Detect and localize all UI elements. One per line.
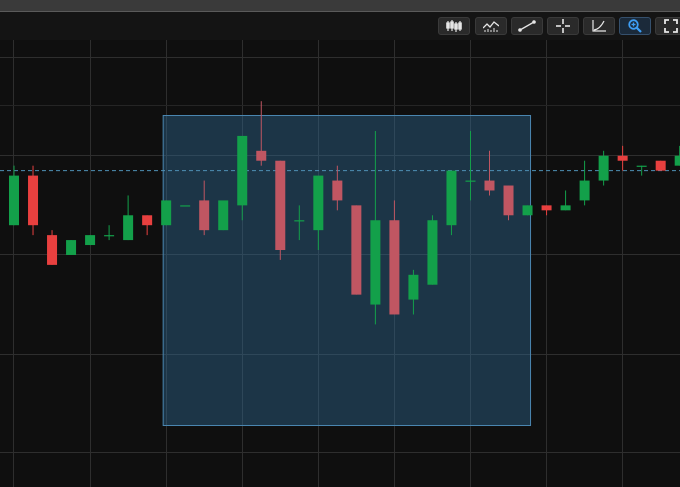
- candle-body: [560, 205, 571, 211]
- price-chart[interactable]: [0, 0, 680, 487]
- candle-body: [636, 165, 647, 167]
- candle-body: [256, 150, 267, 161]
- candle-body: [503, 185, 514, 216]
- candle-body: [218, 200, 229, 231]
- candle-body: [351, 205, 362, 295]
- candle-body: [484, 180, 495, 191]
- candle-body: [655, 160, 666, 171]
- candle-body: [332, 180, 343, 201]
- candle-body: [446, 170, 457, 226]
- candle-body: [123, 215, 134, 241]
- candle-body: [275, 160, 286, 250]
- candle-body: [408, 274, 419, 300]
- candle-body: [199, 200, 210, 231]
- candle-body: [47, 235, 58, 265]
- candle-body: [161, 200, 172, 226]
- candle-body: [104, 235, 115, 237]
- zoom-selection-box: [162, 115, 532, 426]
- candle-body: [598, 155, 609, 181]
- candle-body: [674, 155, 680, 166]
- candle-body: [237, 135, 248, 206]
- candle-body: [180, 205, 191, 207]
- candle-body: [28, 175, 39, 226]
- candle-body: [313, 175, 324, 231]
- candle-body: [294, 220, 305, 222]
- candle-body: [541, 205, 552, 211]
- candle-body: [427, 220, 438, 285]
- candle-body: [579, 180, 590, 201]
- candle-body: [522, 205, 533, 216]
- chart-app: [0, 0, 680, 487]
- candle-body: [142, 215, 153, 226]
- candle-body: [370, 220, 381, 305]
- candle-body: [85, 235, 96, 246]
- candle-body: [617, 155, 628, 161]
- candle-body: [465, 180, 476, 182]
- candle-body: [66, 240, 77, 255]
- candle-body: [9, 175, 19, 226]
- candle-body: [389, 220, 400, 315]
